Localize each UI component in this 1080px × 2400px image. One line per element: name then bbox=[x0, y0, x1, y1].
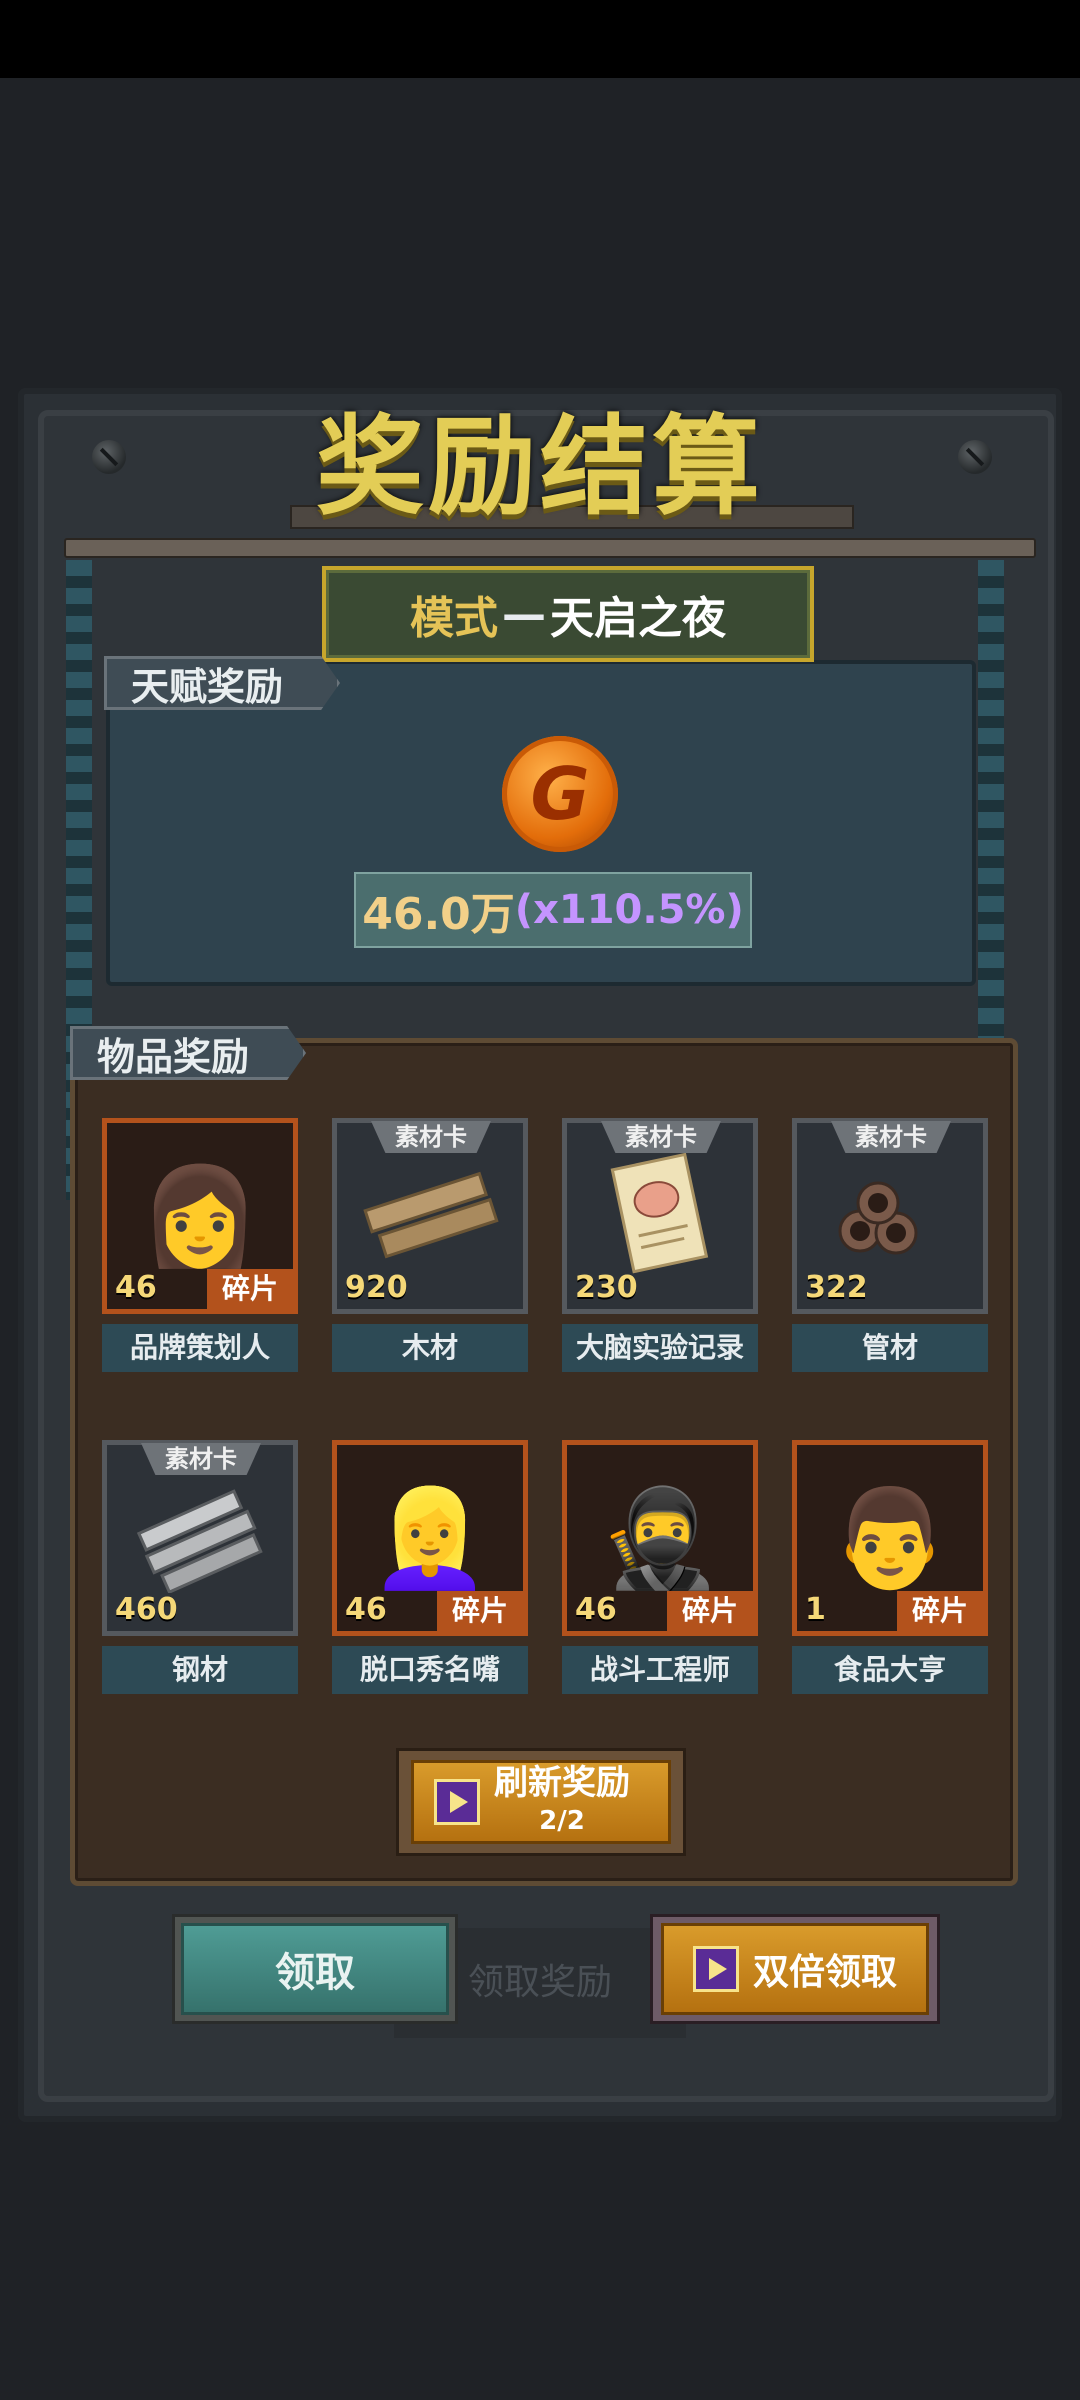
item-steel[interactable]: 素材卡 460 钢材 bbox=[102, 1440, 298, 1694]
double-claim-label: 双倍领取 bbox=[752, 1952, 897, 1993]
item-food-tycoon[interactable]: 👨 1 碎片 食品大亨 bbox=[792, 1440, 988, 1694]
mode-dash: — bbox=[502, 588, 546, 640]
talent-reward-value: 46.0万 (x110.5%) bbox=[354, 872, 752, 948]
page-title: 奖励结算 bbox=[315, 405, 764, 530]
video-play-icon bbox=[692, 1946, 739, 1992]
shard-badge: 碎片 bbox=[207, 1269, 293, 1309]
refresh-rewards-button[interactable]: 刷新奖励 2/2 bbox=[396, 1748, 686, 1856]
refresh-label: 刷新奖励 bbox=[494, 1763, 630, 1803]
item-name: 钢材 bbox=[102, 1646, 298, 1694]
item-pipes[interactable]: 素材卡 322 管材 bbox=[792, 1118, 988, 1372]
item-brain-notes[interactable]: 素材卡 230 大脑实验记录 bbox=[562, 1118, 758, 1372]
item-count: 460 bbox=[115, 1592, 178, 1627]
item-wood[interactable]: 素材卡 920 木材 bbox=[332, 1118, 528, 1372]
shard-badge: 碎片 bbox=[437, 1591, 523, 1631]
item-combat-engineer[interactable]: 🥷 46 碎片 战斗工程师 bbox=[562, 1440, 758, 1694]
item-card: 素材卡 460 bbox=[102, 1440, 298, 1636]
claim-button[interactable]: 领取 bbox=[172, 1914, 458, 2024]
item-count: 46 bbox=[345, 1592, 387, 1627]
item-name: 木材 bbox=[332, 1324, 528, 1372]
item-name: 品牌策划人 bbox=[102, 1324, 298, 1372]
coin-letter: G bbox=[530, 752, 590, 836]
item-name: 食品大亨 bbox=[792, 1646, 988, 1694]
material-badge: 素材卡 bbox=[601, 1121, 721, 1153]
title-wrap: 奖励结算 bbox=[0, 380, 1080, 536]
claim-button-face: 领取 bbox=[181, 1923, 449, 2015]
item-count: 46 bbox=[115, 1270, 157, 1305]
item-name: 大脑实验记录 bbox=[562, 1324, 758, 1372]
reward-amount: 46.0万 bbox=[362, 889, 515, 940]
item-card: 👨 1 碎片 bbox=[792, 1440, 988, 1636]
talent-reward-tag: 天赋奖励 bbox=[104, 656, 340, 710]
mode-banner: 模式 — 天启之夜 bbox=[322, 566, 814, 662]
mode-prefix: 模式 bbox=[410, 593, 498, 644]
video-play-icon bbox=[434, 1779, 480, 1825]
item-count: 920 bbox=[345, 1270, 408, 1305]
item-card: 👱‍♀️ 46 碎片 bbox=[332, 1440, 528, 1636]
item-count: 1 bbox=[805, 1592, 826, 1627]
double-claim-button[interactable]: 双倍领取 bbox=[650, 1914, 940, 2024]
refresh-count: 2/2 bbox=[539, 1806, 585, 1836]
item-card: 素材卡 920 bbox=[332, 1118, 528, 1314]
item-card: 素材卡 322 bbox=[792, 1118, 988, 1314]
claim-label: 领取 bbox=[275, 1950, 355, 1996]
material-badge: 素材卡 bbox=[831, 1121, 951, 1153]
reward-multiplier: (x110.5%) bbox=[514, 887, 744, 933]
item-count: 46 bbox=[575, 1592, 617, 1627]
material-badge: 素材卡 bbox=[371, 1121, 491, 1153]
item-card: 👩 46 碎片 bbox=[102, 1118, 298, 1314]
double-claim-button-face: 双倍领取 bbox=[661, 1923, 929, 2015]
shard-badge: 碎片 bbox=[897, 1591, 983, 1631]
item-card: 🥷 46 碎片 bbox=[562, 1440, 758, 1636]
material-badge: 素材卡 bbox=[141, 1443, 261, 1475]
item-reward-tag: 物品奖励 bbox=[70, 1026, 306, 1080]
mode-name: 天启之夜 bbox=[550, 593, 726, 644]
item-name: 管材 bbox=[792, 1324, 988, 1372]
items-label: 物品奖励 bbox=[97, 1034, 250, 1079]
item-talk-show-host[interactable]: 👱‍♀️ 46 碎片 脱口秀名嘴 bbox=[332, 1440, 528, 1694]
talent-label: 天赋奖励 bbox=[131, 664, 284, 709]
gold-coin-icon: G bbox=[502, 736, 618, 852]
item-count: 322 bbox=[805, 1270, 868, 1305]
refresh-text: 刷新奖励 2/2 bbox=[494, 1764, 630, 1840]
top-rail bbox=[64, 538, 1036, 558]
item-brand-planner[interactable]: 👩 46 碎片 品牌策划人 bbox=[102, 1118, 298, 1372]
item-count: 230 bbox=[575, 1270, 638, 1305]
item-name: 脱口秀名嘴 bbox=[332, 1646, 528, 1694]
status-bar bbox=[0, 0, 1080, 78]
item-card: 素材卡 230 bbox=[562, 1118, 758, 1314]
item-name: 战斗工程师 bbox=[562, 1646, 758, 1694]
shard-badge: 碎片 bbox=[667, 1591, 753, 1631]
refresh-button-face: 刷新奖励 2/2 bbox=[411, 1760, 671, 1844]
